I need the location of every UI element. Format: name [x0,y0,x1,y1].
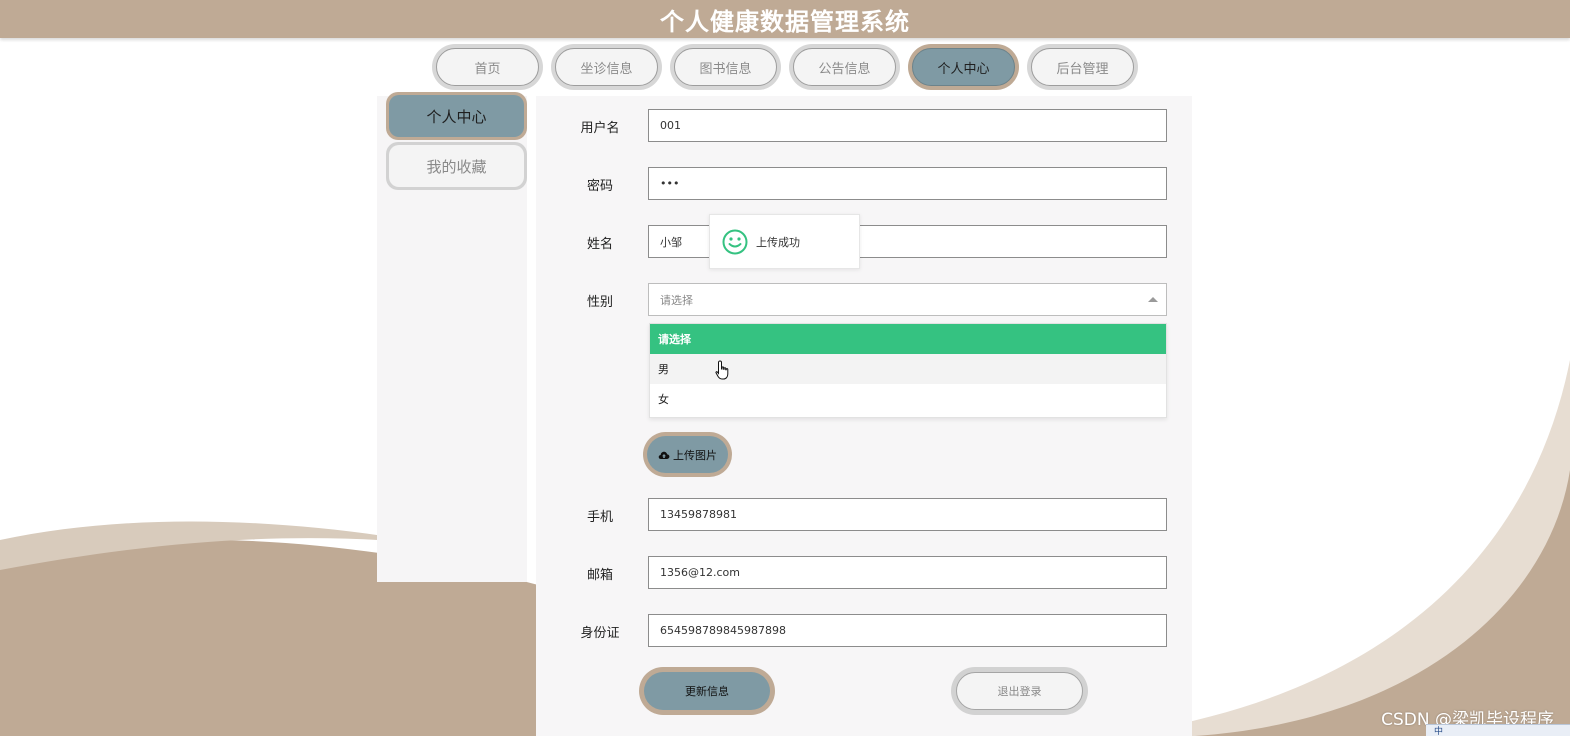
phone-input[interactable]: 13459878981 [648,498,1167,531]
smile-icon [722,229,748,254]
sidebar: 个人中心 我的收藏 [377,92,527,582]
password-label: 密码 [586,179,613,194]
gender-option-placeholder[interactable]: 请选择 [650,324,1166,354]
nav-notice-info-label: 公告信息 [793,48,896,86]
nav-home[interactable]: 首页 [432,44,543,90]
sidebar-item-label: 我的收藏 [389,145,524,187]
app-title: 个人健康数据管理系统 [660,8,910,36]
app-header: 个人健康数据管理系统 [0,0,1570,38]
email-input[interactable]: 1356@12.com [648,556,1167,589]
main-nav: 首页 坐诊信息 图书信息 公告信息 个人中心 后台管理 [432,44,1138,92]
password-input[interactable]: ••• [648,167,1167,200]
gender-select[interactable]: 请选择 [648,283,1167,316]
username-label: 用户名 [580,121,620,136]
caret-up-icon [1148,297,1158,302]
id-card-label: 身份证 [580,626,620,641]
nav-clinic-info-label: 坐诊信息 [555,48,658,86]
cloud-upload-icon [658,451,670,459]
sidebar-item-favorites[interactable]: 我的收藏 [386,142,527,190]
hand-cursor-icon [715,360,729,380]
nav-personal-center-label: 个人中心 [912,48,1015,86]
update-info-label: 更新信息 [644,672,770,710]
nav-clinic-info[interactable]: 坐诊信息 [551,44,662,90]
gender-label: 性别 [586,295,613,310]
nav-admin-label: 后台管理 [1031,48,1134,86]
update-info-button[interactable]: 更新信息 [639,667,775,715]
name-label: 姓名 [586,237,613,252]
phone-label: 手机 [586,510,613,525]
nav-notice-info[interactable]: 公告信息 [789,44,900,90]
logout-label: 退出登录 [956,672,1083,710]
ime-indicator[interactable]: 中 [1434,724,1443,736]
gender-option-female[interactable]: 女 [650,384,1166,414]
upload-success-toast: 上传成功 [709,214,860,269]
system-tray: 中 [1426,724,1570,736]
nav-admin[interactable]: 后台管理 [1027,44,1138,90]
email-label: 邮箱 [586,568,613,583]
nav-personal-center[interactable]: 个人中心 [908,44,1019,90]
logout-button[interactable]: 退出登录 [951,667,1088,715]
username-input[interactable]: 001 [648,109,1167,142]
toast-message: 上传成功 [756,235,800,249]
nav-home-label: 首页 [436,48,539,86]
upload-image-label: 上传图片 [673,448,717,462]
hand-pointer-icon [1366,683,1382,703]
nav-book-info-label: 图书信息 [674,48,777,86]
sidebar-item-label: 个人中心 [389,95,524,137]
sidebar-item-personal-center[interactable]: 个人中心 [386,92,527,140]
upload-image-button[interactable]: 上传图片 [643,432,732,477]
gender-select-value: 请选择 [660,293,693,307]
id-card-input[interactable]: 654598789845987898 [648,614,1167,647]
nav-book-info[interactable]: 图书信息 [670,44,781,90]
gender-option-male-label: 男 [658,363,669,376]
